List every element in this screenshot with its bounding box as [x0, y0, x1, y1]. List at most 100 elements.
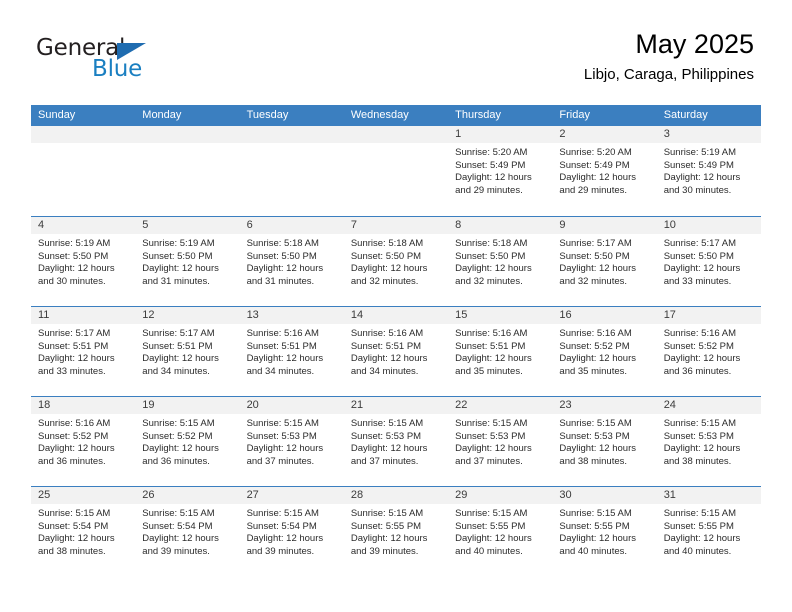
day-number: 6: [239, 217, 344, 234]
day-cell[interactable]: 8 Sunrise: 5:18 AM Sunset: 5:50 PM Dayli…: [448, 217, 553, 306]
day-cell[interactable]: 4 Sunrise: 5:19 AM Sunset: 5:50 PM Dayli…: [31, 217, 136, 306]
daylight-text-line2: and 37 minutes.: [350, 455, 419, 467]
day-details: Sunrise: 5:15 AM Sunset: 5:54 PM Dayligh…: [31, 504, 135, 558]
day-cell[interactable]: 27 Sunrise: 5:15 AM Sunset: 5:54 PM Dayl…: [239, 487, 344, 576]
sunrise-text: Sunrise: 5:17 AM: [38, 328, 111, 339]
day-number: 1: [448, 126, 553, 143]
sunrise-text: Sunrise: 5:16 AM: [455, 328, 528, 339]
daylight-text-line2: and 32 minutes.: [350, 275, 419, 287]
general-blue-logo[interactable]: General Blue: [36, 36, 216, 86]
sunset-text: Sunset: 5:52 PM: [142, 430, 213, 442]
daylight-text-line1: Daylight: 12 hours: [246, 443, 324, 455]
sunrise-text: Sunrise: 5:16 AM: [38, 418, 111, 429]
sunrise-text: Sunrise: 5:15 AM: [142, 508, 215, 519]
day-cell[interactable]: 11 Sunrise: 5:17 AM Sunset: 5:51 PM Dayl…: [31, 307, 136, 396]
sunset-text: Sunset: 5:52 PM: [38, 430, 109, 442]
day-details: Sunrise: 5:20 AM Sunset: 5:49 PM Dayligh…: [448, 143, 552, 197]
daylight-text-line1: Daylight: 12 hours: [142, 443, 219, 455]
day-cell[interactable]: 12 Sunrise: 5:17 AM Sunset: 5:51 PM Dayl…: [135, 307, 240, 396]
sunset-text: Sunset: 5:55 PM: [663, 520, 734, 532]
day-cell[interactable]: 26 Sunrise: 5:15 AM Sunset: 5:54 PM Dayl…: [135, 487, 240, 576]
daylight-text-line1: Daylight: 12 hours: [559, 263, 636, 275]
sunrise-text: Sunrise: 5:15 AM: [350, 418, 424, 429]
sunrise-text: Sunrise: 5:16 AM: [663, 328, 737, 339]
day-details: Sunrise: 5:17 AM Sunset: 5:51 PM Dayligh…: [31, 324, 135, 378]
page-title: May 2025: [635, 29, 754, 59]
day-cell[interactable]: 18 Sunrise: 5:16 AM Sunset: 5:52 PM Dayl…: [31, 397, 136, 486]
day-cell[interactable]: 1 Sunrise: 5:20 AM Sunset: 5:49 PM Dayli…: [448, 126, 553, 216]
day-cell[interactable]: [239, 126, 344, 216]
day-cell[interactable]: 5 Sunrise: 5:19 AM Sunset: 5:50 PM Dayli…: [135, 217, 240, 306]
day-cell[interactable]: 23 Sunrise: 5:15 AM Sunset: 5:53 PM Dayl…: [552, 397, 657, 486]
daylight-text-line2: and 35 minutes.: [455, 365, 523, 377]
day-number: 29: [448, 487, 553, 504]
daylight-text-line2: and 34 minutes.: [350, 365, 419, 377]
day-cell[interactable]: 15 Sunrise: 5:16 AM Sunset: 5:51 PM Dayl…: [448, 307, 553, 396]
day-cell[interactable]: 22 Sunrise: 5:15 AM Sunset: 5:53 PM Dayl…: [448, 397, 553, 486]
daylight-text-line1: Daylight: 12 hours: [455, 263, 532, 275]
daylight-text-line1: Daylight: 12 hours: [350, 533, 428, 545]
day-cell[interactable]: 17 Sunrise: 5:16 AM Sunset: 5:52 PM Dayl…: [656, 307, 761, 396]
sunrise-text: Sunrise: 5:15 AM: [142, 418, 215, 429]
day-cell[interactable]: 28 Sunrise: 5:15 AM Sunset: 5:55 PM Dayl…: [343, 487, 449, 576]
daylight-text-line1: Daylight: 12 hours: [38, 443, 115, 455]
day-details: Sunrise: 5:20 AM Sunset: 5:49 PM Dayligh…: [552, 143, 656, 197]
weekday-header-sunday: Sunday: [38, 109, 76, 121]
day-cell[interactable]: 14 Sunrise: 5:16 AM Sunset: 5:51 PM Dayl…: [343, 307, 449, 396]
day-cell[interactable]: 13 Sunrise: 5:16 AM Sunset: 5:51 PM Dayl…: [239, 307, 344, 396]
day-details: Sunrise: 5:15 AM Sunset: 5:53 PM Dayligh…: [344, 414, 448, 468]
sunrise-text: Sunrise: 5:15 AM: [246, 508, 319, 519]
sunset-text: Sunset: 5:54 PM: [142, 520, 213, 532]
day-number: 16: [552, 307, 657, 324]
sunset-text: Sunset: 5:51 PM: [455, 340, 526, 352]
day-cell[interactable]: 31 Sunrise: 5:15 AM Sunset: 5:55 PM Dayl…: [656, 487, 761, 576]
sunrise-text: Sunrise: 5:19 AM: [663, 147, 737, 158]
day-cell[interactable]: 24 Sunrise: 5:15 AM Sunset: 5:53 PM Dayl…: [656, 397, 761, 486]
day-cell[interactable]: 2 Sunrise: 5:20 AM Sunset: 5:49 PM Dayli…: [552, 126, 657, 216]
daylight-text-line1: Daylight: 12 hours: [350, 443, 428, 455]
day-cell[interactable]: 3 Sunrise: 5:19 AM Sunset: 5:49 PM Dayli…: [656, 126, 761, 216]
sunrise-text: Sunrise: 5:15 AM: [455, 508, 528, 519]
daylight-text-line2: and 39 minutes.: [246, 545, 315, 557]
day-cell[interactable]: [343, 126, 449, 216]
day-cell[interactable]: 25 Sunrise: 5:15 AM Sunset: 5:54 PM Dayl…: [31, 487, 136, 576]
sunset-text: Sunset: 5:49 PM: [663, 159, 734, 171]
day-number: 13: [239, 307, 344, 324]
day-cell[interactable]: 16 Sunrise: 5:16 AM Sunset: 5:52 PM Dayl…: [552, 307, 657, 396]
day-number: 4: [31, 217, 136, 234]
day-cell[interactable]: 10 Sunrise: 5:17 AM Sunset: 5:50 PM Dayl…: [656, 217, 761, 306]
day-cell[interactable]: 30 Sunrise: 5:15 AM Sunset: 5:55 PM Dayl…: [552, 487, 657, 576]
week-row: 1 Sunrise: 5:20 AM Sunset: 5:49 PM Dayli…: [31, 126, 761, 216]
daylight-text-line1: Daylight: 12 hours: [350, 263, 428, 275]
daylight-text-line2: and 40 minutes.: [559, 545, 628, 557]
day-cell[interactable]: 29 Sunrise: 5:15 AM Sunset: 5:55 PM Dayl…: [448, 487, 553, 576]
day-cell[interactable]: 6 Sunrise: 5:18 AM Sunset: 5:50 PM Dayli…: [239, 217, 344, 306]
day-cell[interactable]: 21 Sunrise: 5:15 AM Sunset: 5:53 PM Dayl…: [343, 397, 449, 486]
day-number: 2: [552, 126, 657, 143]
sunset-text: Sunset: 5:53 PM: [559, 430, 630, 442]
sunset-text: Sunset: 5:50 PM: [455, 250, 526, 262]
daylight-text-line1: Daylight: 12 hours: [559, 172, 636, 184]
day-number: 7: [343, 217, 449, 234]
logo-text-blue: Blue: [92, 56, 143, 82]
day-cell[interactable]: 7 Sunrise: 5:18 AM Sunset: 5:50 PM Dayli…: [343, 217, 449, 306]
day-details: Sunrise: 5:15 AM Sunset: 5:53 PM Dayligh…: [657, 414, 761, 468]
sunset-text: Sunset: 5:50 PM: [246, 250, 317, 262]
day-cell[interactable]: 20 Sunrise: 5:15 AM Sunset: 5:53 PM Dayl…: [239, 397, 344, 486]
sunrise-text: Sunrise: 5:15 AM: [455, 418, 528, 429]
day-details: Sunrise: 5:15 AM Sunset: 5:55 PM Dayligh…: [344, 504, 448, 558]
day-cell[interactable]: [135, 126, 240, 216]
daylight-text-line1: Daylight: 12 hours: [142, 263, 219, 275]
daylight-text-line2: and 38 minutes.: [38, 545, 106, 557]
day-details: Sunrise: 5:16 AM Sunset: 5:51 PM Dayligh…: [448, 324, 552, 378]
weekday-header-thursday: Thursday: [455, 109, 501, 121]
sunset-text: Sunset: 5:54 PM: [38, 520, 109, 532]
day-number: 19: [135, 397, 240, 414]
day-cell[interactable]: 19 Sunrise: 5:15 AM Sunset: 5:52 PM Dayl…: [135, 397, 240, 486]
daylight-text-line2: and 29 minutes.: [455, 184, 523, 196]
sunset-text: Sunset: 5:50 PM: [350, 250, 422, 262]
day-cell[interactable]: 9 Sunrise: 5:17 AM Sunset: 5:50 PM Dayli…: [552, 217, 657, 306]
day-cell[interactable]: [31, 126, 136, 216]
daylight-text-line1: Daylight: 12 hours: [350, 353, 428, 365]
sunset-text: Sunset: 5:50 PM: [663, 250, 734, 262]
